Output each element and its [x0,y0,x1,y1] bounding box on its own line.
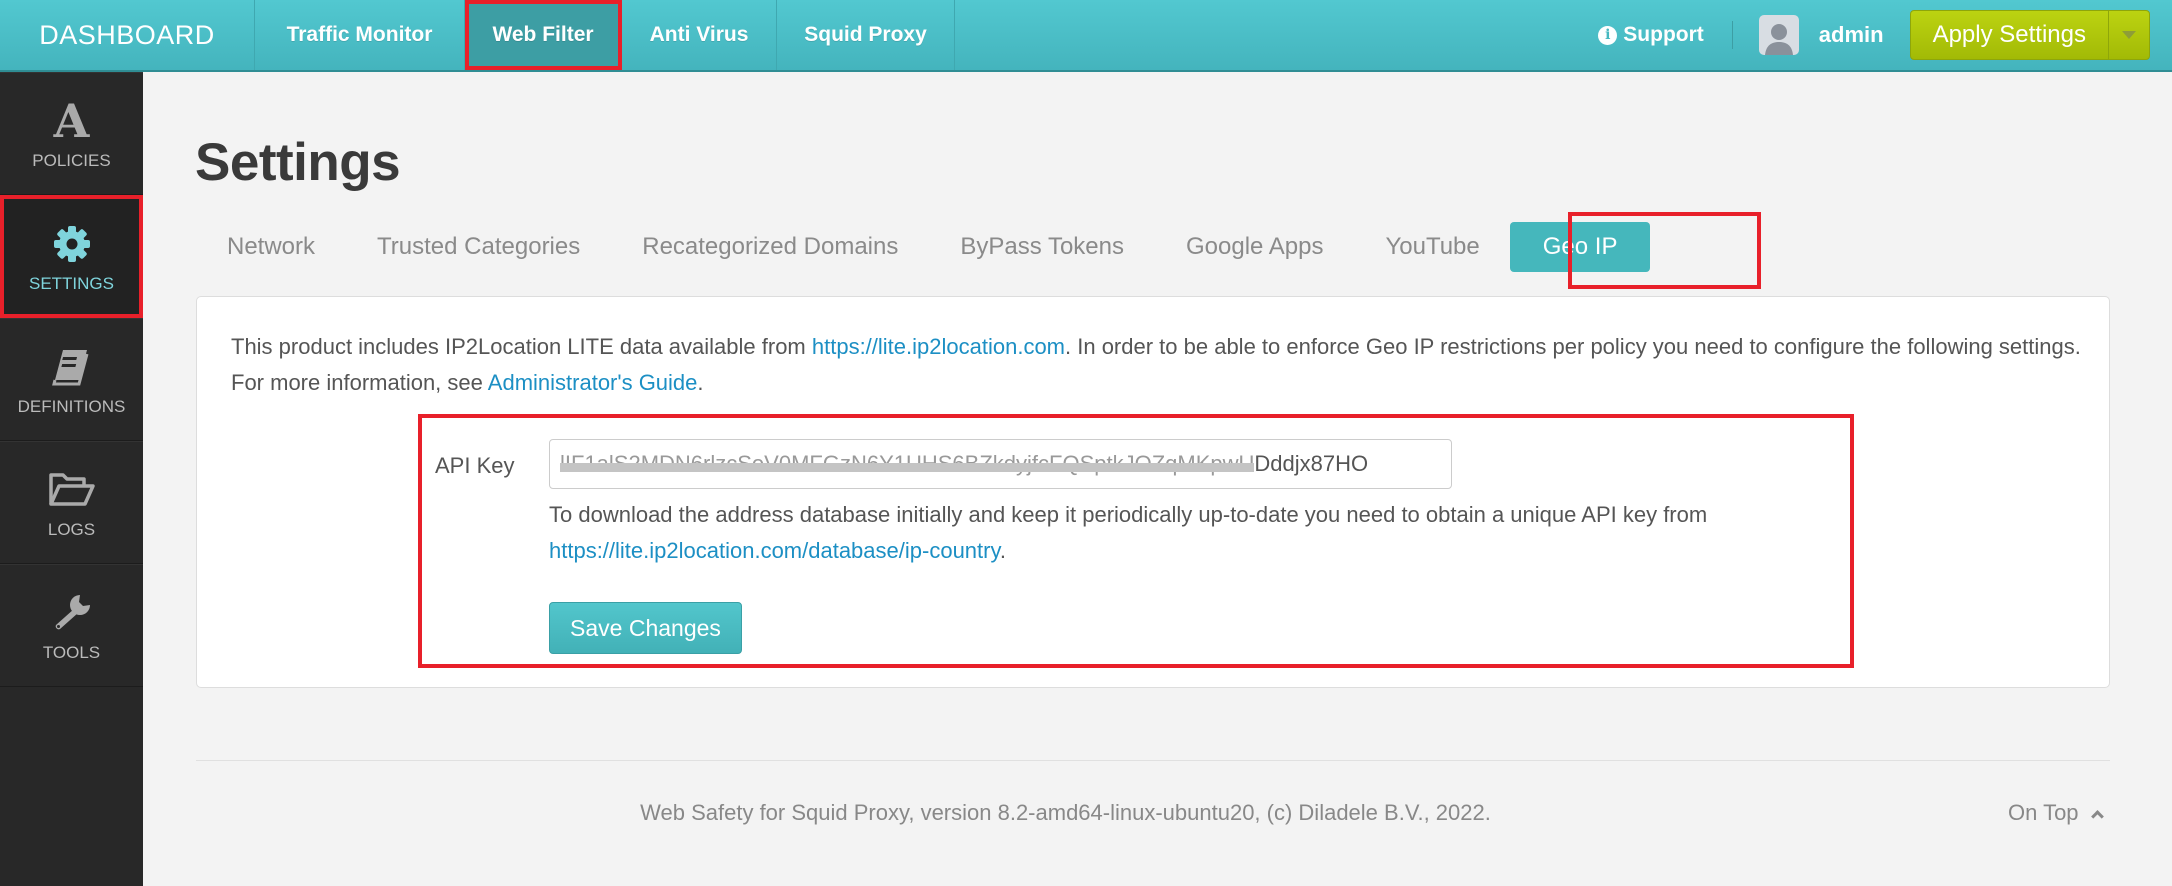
tab-bypass-tokens[interactable]: ByPass Tokens [929,222,1155,272]
sidebar-item-settings[interactable]: SETTINGS [0,195,143,318]
policies-a-icon: A [53,93,90,148]
top-navbar: DASHBOARD Traffic Monitor Web Filter Ant… [0,0,2172,72]
footer-text: Web Safety for Squid Proxy, version 8.2-… [640,800,1491,825]
apply-settings-dropdown[interactable] [2109,11,2149,59]
support-label: Support [1623,23,1704,46]
save-changes-button[interactable]: Save Changes [549,602,742,654]
chevron-up-icon [2090,809,2104,823]
user-name: admin [1818,22,1884,47]
nav-web-filter[interactable]: Web Filter [465,0,622,70]
nav-squid-proxy[interactable]: Squid Proxy [777,0,955,70]
sidebar-item-logs[interactable]: LOGS [0,441,143,564]
apply-settings-button[interactable]: Apply Settings [1911,11,2109,59]
on-top-link[interactable]: On Top [2008,800,2104,826]
dashboard-brand-link[interactable]: DASHBOARD [0,0,255,70]
nav-anti-virus[interactable]: Anti Virus [622,0,777,70]
admin-guide-link[interactable]: Administrator's Guide [488,370,698,395]
tab-youtube[interactable]: YouTube [1354,222,1479,272]
sidebar-item-policies[interactable]: A POLICIES [0,72,143,195]
header-tools: i Support admin Apply Settings [1598,0,2172,70]
ip2location-link[interactable]: https://lite.ip2location.com [812,334,1065,359]
intro-text-part: This product includes IP2Location LITE d… [231,334,812,359]
geo-ip-panel: This product includes IP2Location LITE d… [196,296,2110,688]
api-key-redacted: lIF1alS2MDN6rlzcSoV0MFGzN6Y1UHS6BZkdyjfc… [560,451,1255,476]
sidebar-item-definitions[interactable]: DEFINITIONS [0,318,143,441]
book-icon [51,343,93,391]
on-top-label: On Top [2008,800,2079,825]
intro-text-part: . [697,370,704,395]
page-title: Settings [195,133,401,192]
wrench-icon [50,589,94,637]
sidebar-item-tools[interactable]: TOOLS [0,564,143,687]
sidebar: A POLICIES SETTINGS DEFINITIONS LOGS TOO… [0,72,143,886]
sidebar-item-label: DEFINITIONS [17,396,126,416]
user-menu[interactable]: admin [1758,15,1884,55]
nav-traffic-monitor[interactable]: Traffic Monitor [255,0,465,70]
avatar-icon [1758,15,1799,55]
tab-google-apps[interactable]: Google Apps [1155,222,1354,272]
api-key-visible: Dddjx87HO [1254,451,1369,476]
intro-text: This product includes IP2Location LITE d… [231,329,2081,401]
support-link[interactable]: i Support [1598,23,1704,47]
folder-open-icon [48,466,96,514]
tab-recategorized-domains[interactable]: Recategorized Domains [611,222,929,272]
gear-icon [52,220,92,268]
header-divider [1731,21,1733,49]
api-key-help: To download the address database initial… [549,497,1849,569]
sidebar-item-label: POLICIES [32,150,111,170]
ip-country-db-link[interactable]: https://lite.ip2location.com/database/ip… [549,538,1000,563]
tab-trusted-categories[interactable]: Trusted Categories [346,222,611,272]
sidebar-item-label: TOOLS [42,642,101,662]
sidebar-item-label: SETTINGS [28,273,114,293]
apply-settings-group: Apply Settings [1909,10,2150,60]
api-key-label: API Key [435,453,515,478]
help-text-end: . [999,538,1006,563]
footer-divider [196,760,2110,761]
tab-network[interactable]: Network [196,222,346,272]
caret-down-icon [2122,31,2136,39]
settings-tabs: Network Trusted Categories Recategorized… [196,222,1651,272]
main-nav: Traffic Monitor Web Filter Anti Virus Sq… [255,0,955,70]
help-text: To download the address database initial… [549,502,1708,527]
sidebar-item-label: LOGS [47,519,96,539]
tab-geo-ip[interactable]: Geo IP [1509,222,1651,272]
footer-copyright: Web Safety for Squid Proxy, version 8.2-… [0,800,2172,826]
info-icon: i [1598,25,1618,45]
api-key-input[interactable]: lIF1alS2MDN6rlzcSoV0MFGzN6Y1UHS6BZkdyjfc… [549,439,1452,489]
